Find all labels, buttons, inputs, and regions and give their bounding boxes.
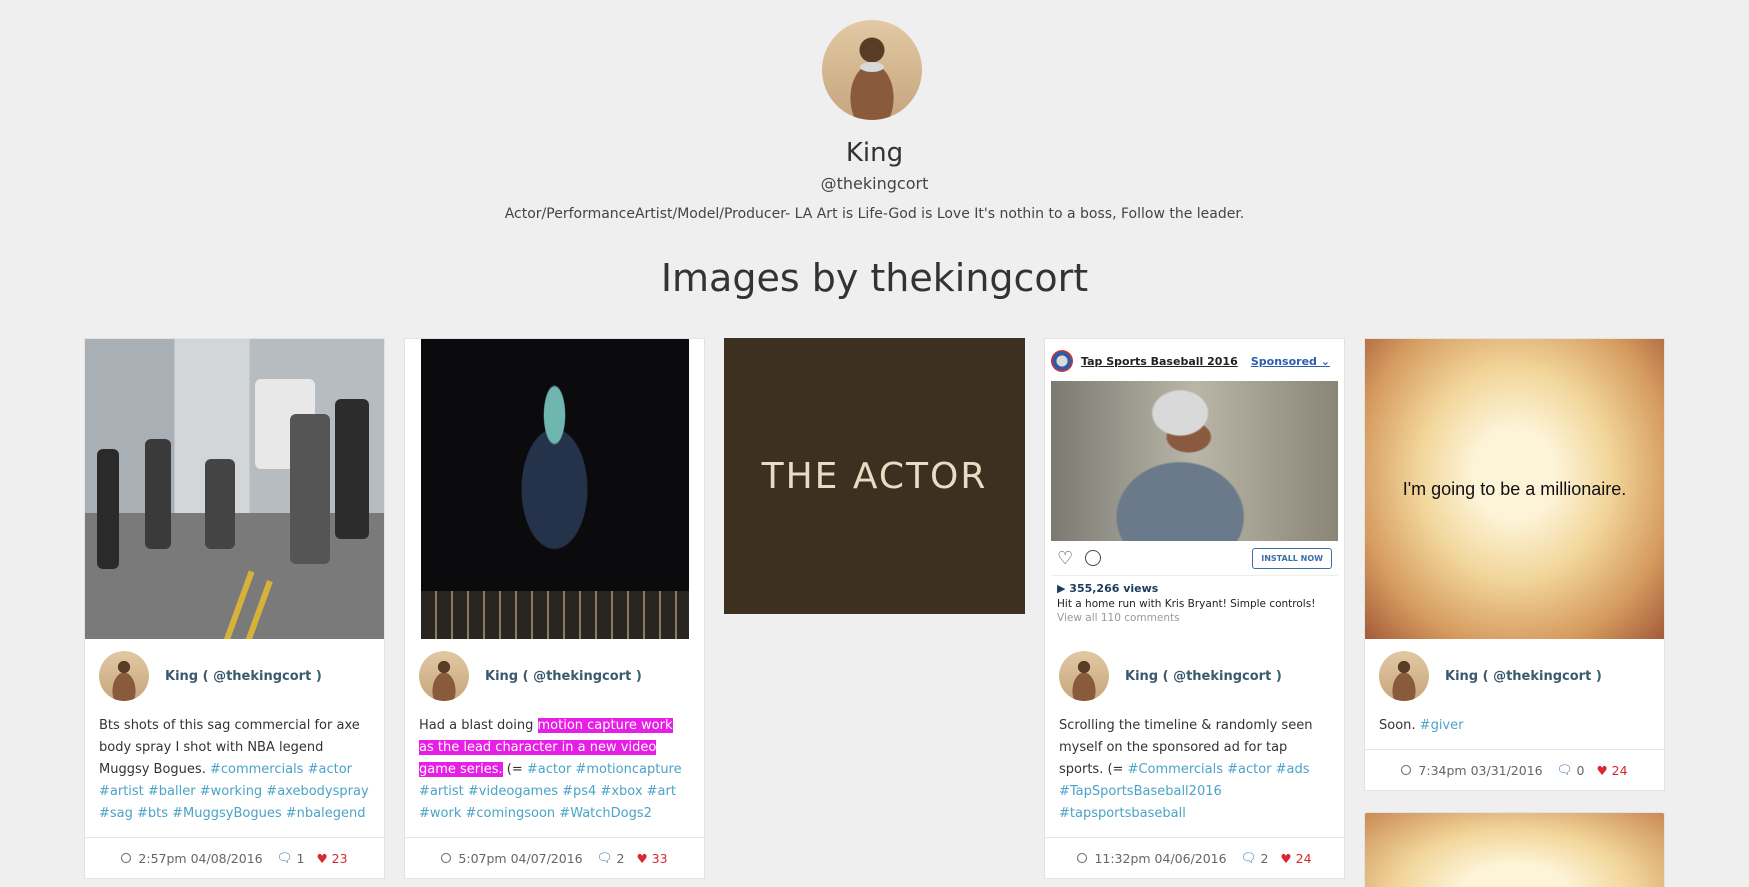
- avatar[interactable]: [1059, 651, 1109, 701]
- post-meta: 5:07pm 04/07/2016 🗨 2 ♥ 33: [405, 838, 704, 878]
- chevron-down-icon: ⌄: [1320, 354, 1330, 368]
- comment-count[interactable]: 2: [617, 851, 625, 866]
- post-image[interactable]: Tap Sports Baseball 2016 Sponsored ⌄ ♡ I…: [1045, 339, 1344, 639]
- profile-name: King: [845, 138, 904, 168]
- post-image[interactable]: I'm going to be a millionaire.: [1365, 339, 1664, 639]
- post-caption: Bts shots of this sag commercial for axe…: [85, 701, 384, 838]
- post-author: King ( @thekingcort ): [85, 639, 384, 701]
- ad-logo: [1051, 350, 1073, 372]
- comment-count[interactable]: 1: [297, 851, 305, 866]
- author-link[interactable]: King ( @thekingcort ): [485, 669, 642, 684]
- clock-icon: [121, 853, 132, 863]
- caption-text-post: (=: [502, 762, 523, 777]
- heart-icon[interactable]: ♥: [1280, 851, 1291, 866]
- comment-count[interactable]: 2: [1260, 851, 1268, 866]
- ad-text: Hit a home run with Kris Bryant! Simple …: [1057, 598, 1316, 610]
- like-count[interactable]: 24: [1612, 763, 1628, 778]
- avatar[interactable]: [99, 651, 149, 701]
- image-text: THE ACTOR: [761, 455, 988, 497]
- post-time: 7:34pm 03/31/2016: [1418, 762, 1543, 778]
- post-image[interactable]: [405, 339, 704, 639]
- section-title: Images by thekingcort: [660, 256, 1089, 300]
- post-caption: Soon. #giver: [1365, 701, 1664, 750]
- ad-sponsored-label: Sponsored: [1250, 354, 1317, 368]
- clock-icon: [441, 853, 452, 863]
- heart-icon[interactable]: ♥: [1596, 763, 1607, 778]
- comment-icon[interactable]: 🗨: [1241, 850, 1257, 866]
- comment-icon[interactable]: 🗨: [277, 850, 293, 866]
- post-card-partial[interactable]: [1364, 812, 1665, 887]
- image-text: I'm going to be a millionaire.: [1402, 478, 1627, 499]
- ad-views: ▶ 355,266 views: [1051, 575, 1338, 595]
- ad-comments: View all 110 comments: [1057, 612, 1180, 624]
- profile-bio: Actor/PerformanceArtist/Model/Producer- …: [504, 206, 1245, 222]
- ad-actions: ♡ INSTALL NOW: [1051, 541, 1338, 575]
- like-count[interactable]: 23: [332, 851, 348, 866]
- comment-outline-icon: [1085, 550, 1102, 566]
- avatar[interactable]: [1379, 651, 1429, 701]
- heart-icon[interactable]: ♥: [636, 851, 647, 866]
- heart-outline-icon: ♡: [1057, 547, 1074, 569]
- post-caption: Had a blast doing motion capture work as…: [405, 701, 704, 838]
- post-author: King ( @thekingcort ): [405, 639, 704, 701]
- post-card[interactable]: I'm going to be a millionaire. King ( @t…: [1364, 338, 1665, 791]
- caption-text: Had a blast doing: [419, 718, 538, 733]
- ad-header: Tap Sports Baseball 2016 Sponsored ⌄: [1051, 345, 1338, 377]
- clock-icon: [1077, 853, 1088, 863]
- clock-icon: [1401, 765, 1412, 775]
- ad-install-button: INSTALL NOW: [1252, 547, 1332, 569]
- caption-text: Soon.: [1379, 718, 1416, 733]
- profile-avatar: [822, 20, 922, 120]
- post-time: 11:32pm 04/06/2016: [1094, 850, 1227, 866]
- avatar[interactable]: [419, 651, 469, 701]
- caption-tags[interactable]: #giver: [1420, 718, 1464, 733]
- ad-title: Tap Sports Baseball 2016: [1081, 354, 1238, 368]
- profile-handle: @thekingcort: [820, 174, 929, 193]
- like-count[interactable]: 24: [1296, 851, 1312, 866]
- like-count[interactable]: 33: [652, 851, 668, 866]
- post-card[interactable]: King ( @thekingcort ) Had a blast doing …: [404, 338, 705, 879]
- comment-icon[interactable]: 🗨: [1557, 762, 1573, 778]
- comment-count[interactable]: 0: [1577, 763, 1585, 778]
- post-image[interactable]: THE ACTOR: [724, 338, 1025, 614]
- post-card[interactable]: THE ACTOR: [724, 338, 1025, 614]
- post-author: King ( @thekingcort ): [1045, 639, 1344, 701]
- ad-sponsored: Sponsored ⌄: [1251, 355, 1330, 368]
- post-card[interactable]: King ( @thekingcort ) Bts shots of this …: [84, 338, 385, 879]
- author-link[interactable]: King ( @thekingcort ): [1125, 669, 1282, 684]
- post-time: 2:57pm 04/08/2016: [138, 850, 263, 866]
- post-card[interactable]: Tap Sports Baseball 2016 Sponsored ⌄ ♡ I…: [1044, 338, 1345, 879]
- post-time: 5:07pm 04/07/2016: [458, 850, 583, 866]
- author-link[interactable]: King ( @thekingcort ): [165, 669, 322, 684]
- post-image[interactable]: [85, 339, 384, 639]
- post-meta: 11:32pm 04/06/2016 🗨 2 ♥ 24: [1045, 838, 1344, 878]
- author-link[interactable]: King ( @thekingcort ): [1445, 669, 1602, 684]
- comment-icon[interactable]: 🗨: [597, 850, 613, 866]
- post-caption: Scrolling the timeline & randomly seen m…: [1045, 701, 1344, 838]
- post-meta: 7:34pm 03/31/2016 🗨 0 ♥ 24: [1365, 750, 1664, 790]
- post-meta: 2:57pm 04/08/2016 🗨 1 ♥ 23: [85, 838, 384, 878]
- ad-photo: [1051, 381, 1338, 541]
- post-author: King ( @thekingcort ): [1365, 639, 1664, 701]
- heart-icon[interactable]: ♥: [316, 851, 327, 866]
